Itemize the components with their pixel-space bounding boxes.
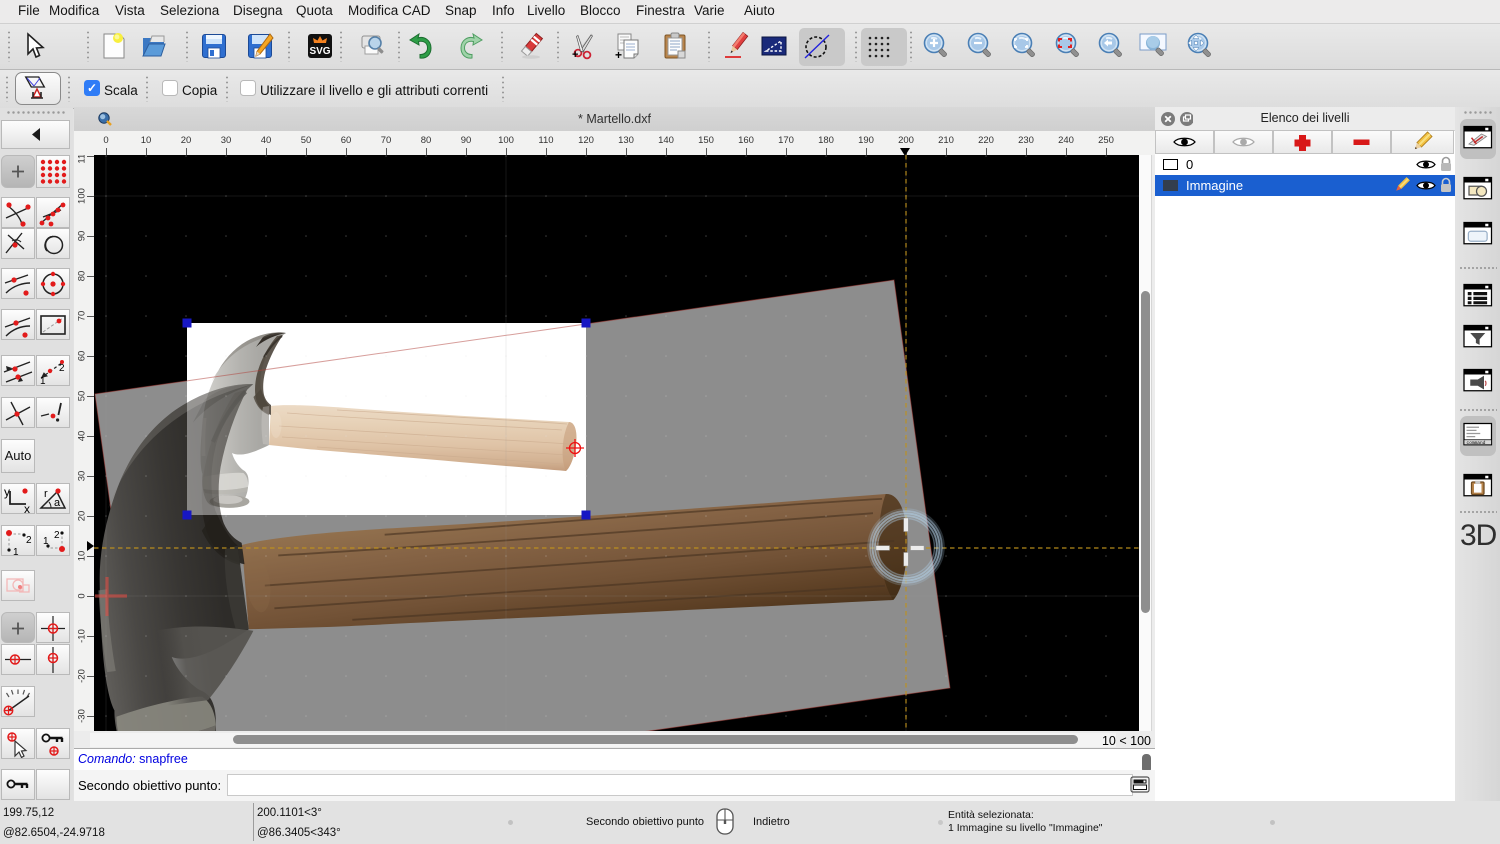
svg-text:command: command <box>1467 440 1486 446</box>
svg-text:1: 1 <box>40 376 46 385</box>
svg-text:r: r <box>44 488 48 500</box>
svg-text:2: 2 <box>26 535 32 546</box>
svg-text:SVG: SVG <box>309 46 330 57</box>
svg-text:1: 1 <box>43 536 49 547</box>
svg-text:a: a <box>54 497 61 509</box>
svg-text:y: y <box>4 485 10 499</box>
svg-text:+: + <box>615 48 622 60</box>
svg-text:1: 1 <box>13 547 19 555</box>
svg-text:+: + <box>572 49 578 60</box>
svg-text:2: 2 <box>59 363 65 374</box>
svg-text:2: 2 <box>54 530 60 541</box>
svg-text:x: x <box>24 502 30 513</box>
